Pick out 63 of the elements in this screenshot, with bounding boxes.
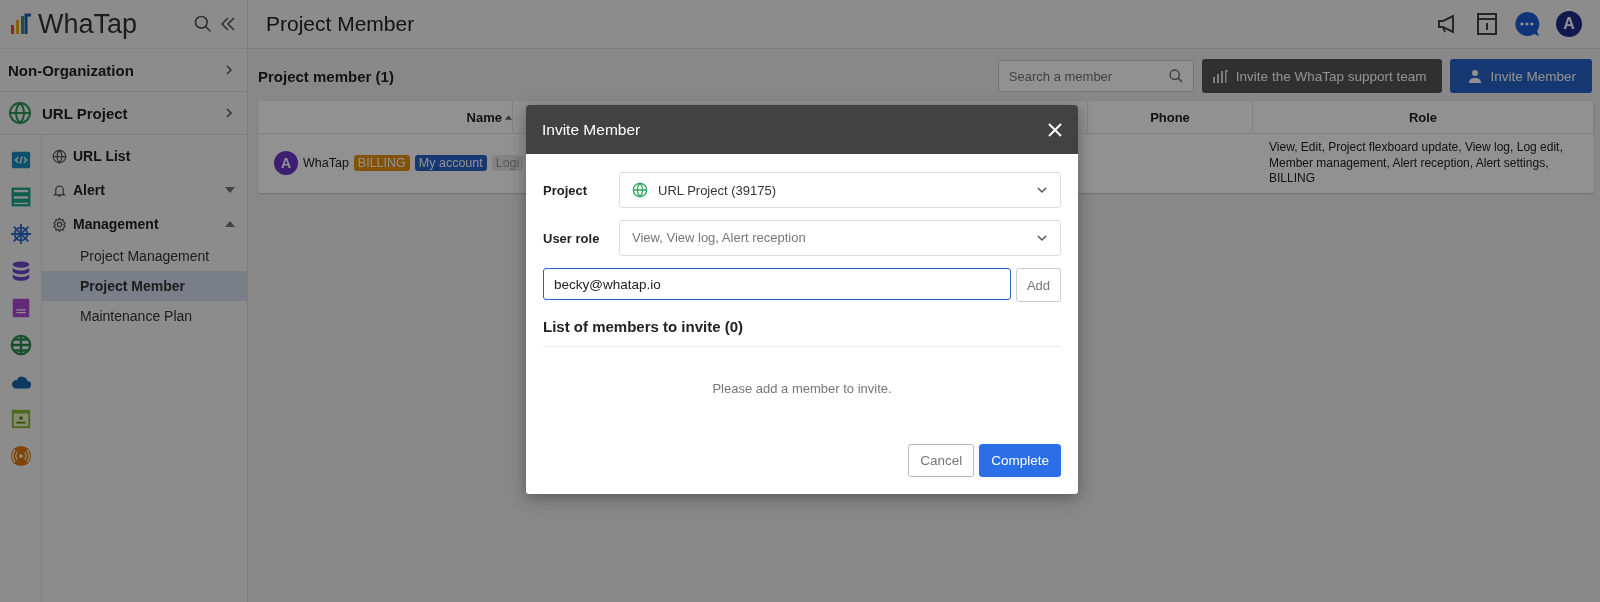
chevron-icon (223, 64, 235, 76)
list-heading: List of members to invite (0) (543, 318, 745, 335)
server-list-icon[interactable] (11, 187, 30, 207)
bars-icon (1211, 68, 1228, 84)
section-heading: Project member (1) (258, 67, 395, 85)
person-icon (1468, 69, 1483, 83)
collapse-icon[interactable] (219, 15, 237, 33)
submenu-item[interactable]: Project Member (42, 271, 247, 301)
submenu-item[interactable]: Maintenance Plan (42, 301, 247, 331)
info-panel-icon[interactable] (1476, 12, 1498, 36)
settings-icon (52, 216, 67, 232)
complete-button[interactable]: Complete (979, 444, 1061, 477)
cloud-icon[interactable] (11, 376, 31, 389)
app-logo: WhaTap (38, 8, 139, 40)
globe-icon (8, 101, 32, 125)
search-icon (1167, 68, 1184, 84)
empty-message: Please add a member to invite. (712, 381, 892, 396)
chat-icon[interactable] (1514, 11, 1540, 37)
member-avatar: A (274, 151, 298, 176)
bell-icon (52, 182, 67, 198)
database-icon[interactable] (12, 261, 29, 281)
close-icon (1048, 122, 1062, 137)
email-input[interactable]: becky@whatap.io (543, 268, 1011, 300)
globe-icon[interactable] (10, 334, 31, 356)
field-label: User role (543, 230, 601, 246)
project-select[interactable]: URL Project (39175) (619, 172, 1061, 208)
role-cell-text: View, Edit, Project flexboard update, View log, Log edit, Member management, Alert reception, Alert settings, BILLING (1268, 139, 1564, 188)
helm-wheel-icon[interactable] (9, 223, 32, 245)
submenu-item[interactable]: Project Management (42, 241, 247, 271)
broadcast-icon[interactable] (10, 445, 31, 467)
menu-item[interactable]: Management (73, 216, 219, 232)
field-label: Project (543, 182, 589, 198)
search-field[interactable]: Search a member (997, 60, 1194, 92)
chevron-icon (1036, 232, 1048, 244)
page-title: Project Member (266, 12, 416, 36)
member-tag: My account (414, 155, 487, 172)
column-header[interactable]: Phone (1150, 109, 1190, 125)
menu-item[interactable]: Alert (73, 182, 219, 198)
globe-icon (632, 182, 648, 198)
menu-item[interactable]: URL List (73, 148, 235, 164)
project-selector[interactable]: URL Project (42, 104, 213, 122)
sort-caret-icon[interactable] (505, 114, 512, 120)
search-icon[interactable] (193, 14, 213, 34)
cancel-button[interactable]: Cancel (908, 444, 975, 477)
chevron-icon (1036, 184, 1048, 196)
log-document-icon[interactable] (12, 298, 29, 318)
globe-icon (52, 148, 67, 164)
member-name: WhaTap (303, 156, 349, 171)
dialog-title: Invite Member (542, 120, 642, 139)
role-select[interactable]: View, View log, Alert reception (619, 220, 1061, 256)
invite-member-button[interactable]: Invite Member (1450, 59, 1592, 93)
organization-selector[interactable]: Non-Organization (8, 61, 213, 79)
support-invite-button[interactable]: Invite the WhaTap support team (1201, 59, 1443, 93)
code-icon[interactable] (11, 151, 30, 169)
chevron-icon (223, 107, 235, 119)
member-tag: BILLING (353, 155, 410, 172)
user-avatar[interactable]: A (1556, 11, 1582, 37)
column-header[interactable]: Name (466, 109, 502, 125)
column-header[interactable]: Role (1408, 109, 1438, 125)
close-button[interactable] (1048, 122, 1062, 137)
logo-bars-icon (10, 13, 32, 35)
app-window-icon[interactable] (11, 409, 30, 429)
add-button[interactable]: Add (1016, 268, 1061, 302)
